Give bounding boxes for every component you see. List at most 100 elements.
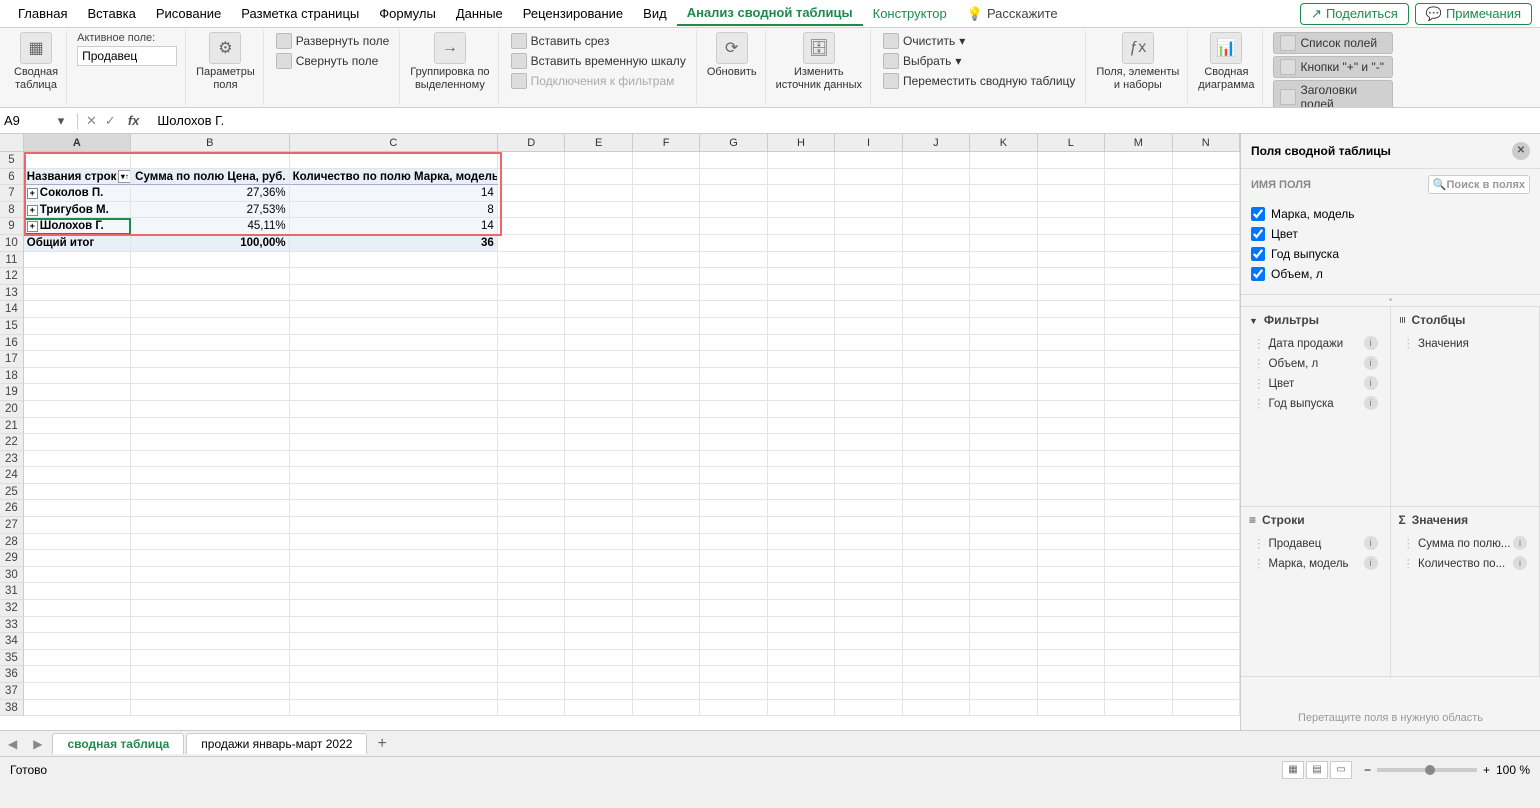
row-header[interactable]: 27 [0,517,24,534]
cell[interactable]: 27,36% [131,185,290,202]
cell[interactable] [131,567,290,584]
col-header[interactable]: B [131,134,290,151]
expand-toggle[interactable]: + [27,205,38,216]
cell[interactable] [131,617,290,634]
row-header[interactable]: 21 [0,418,24,435]
cell[interactable] [131,351,290,368]
cell[interactable]: Количество по полю Марка, модель [290,169,498,186]
area-field-item[interactable]: ⋮Год выпускаi [1249,393,1382,413]
add-sheet-button[interactable]: + [367,735,396,753]
expand-toggle[interactable]: + [27,221,38,232]
cell[interactable] [131,384,290,401]
col-header[interactable]: E [565,134,632,151]
change-source-button[interactable]: 🗄 Изменить источник данных [776,32,862,92]
cell[interactable]: 45,11% [131,218,290,235]
cell[interactable] [24,650,131,667]
cell[interactable] [24,517,131,534]
cell[interactable] [131,467,290,484]
cell[interactable] [290,335,498,352]
row-header[interactable]: 12 [0,268,24,285]
refresh-button[interactable]: ⟳ Обновить [707,32,757,79]
info-icon[interactable]: i [1364,356,1378,370]
row-header[interactable]: 23 [0,451,24,468]
row-header[interactable]: 25 [0,484,24,501]
info-icon[interactable]: i [1364,536,1378,550]
tab-design[interactable]: Конструктор [863,2,957,25]
area-field-item[interactable]: ⋮Дата продажиi [1249,333,1382,353]
cell[interactable] [24,583,131,600]
cell[interactable] [290,434,498,451]
col-header[interactable]: H [768,134,835,151]
row-header[interactable]: 7 [0,185,24,202]
cell[interactable] [290,500,498,517]
cell[interactable] [131,285,290,302]
active-field-input[interactable] [77,46,177,66]
cell[interactable] [24,617,131,634]
field-checkbox[interactable]: Год выпуска [1251,244,1530,264]
row-header[interactable]: 26 [0,500,24,517]
tab-review[interactable]: Рецензирование [513,2,633,25]
cell[interactable] [290,683,498,700]
expand-field-button[interactable]: Развернуть поле [274,32,392,50]
cell[interactable] [290,517,498,534]
cell[interactable] [131,633,290,650]
cell[interactable] [131,301,290,318]
insert-slicer-button[interactable]: Вставить срез [509,32,688,50]
cell[interactable]: +Шолохов Г. [24,218,131,235]
cell[interactable] [24,683,131,700]
cell[interactable] [24,335,131,352]
cell[interactable] [24,451,131,468]
area-field-item[interactable]: ⋮Цветi [1249,373,1382,393]
row-header[interactable]: 19 [0,384,24,401]
cell[interactable] [290,451,498,468]
cell[interactable] [290,600,498,617]
fields-items-sets-button[interactable]: ƒx Поля, элементы и наборы [1096,32,1179,92]
row-header[interactable]: 20 [0,401,24,418]
cell[interactable] [24,301,131,318]
share-button[interactable]: ↗Поделиться [1300,3,1409,25]
row-labels-dropdown[interactable]: ▾↑ [118,170,131,183]
cell[interactable] [131,401,290,418]
zoom-out[interactable]: − [1364,763,1371,777]
cell[interactable] [290,484,498,501]
search-fields-input[interactable]: 🔍 Поиск в полях [1428,175,1530,194]
cell[interactable] [131,650,290,667]
cell[interactable] [24,368,131,385]
row-header[interactable]: 11 [0,252,24,269]
cell[interactable]: +Тригубов М. [24,202,131,219]
row-header[interactable]: 35 [0,650,24,667]
cell[interactable] [24,534,131,551]
cell[interactable] [290,467,498,484]
info-icon[interactable]: i [1364,376,1378,390]
cell[interactable] [24,152,131,169]
sheet-tab[interactable]: сводная таблица [52,733,184,754]
clear-button[interactable]: Очистить ▾ [881,32,1077,50]
area-field-item[interactable]: ⋮Объем, лi [1249,353,1382,373]
cell[interactable] [24,567,131,584]
cell[interactable]: Сумма по полю Цена, руб. [131,169,290,186]
tab-layout[interactable]: Разметка страницы [231,2,369,25]
cell[interactable]: 14 [290,218,498,235]
cell[interactable] [131,368,290,385]
collapse-field-button[interactable]: Свернуть поле [274,52,392,70]
cell[interactable] [24,633,131,650]
cell[interactable] [131,484,290,501]
area-field-item[interactable]: ⋮Марка, модельi [1249,553,1382,573]
col-header[interactable]: L [1038,134,1105,151]
row-header[interactable]: 8 [0,202,24,219]
col-header[interactable]: A [24,134,131,151]
info-icon[interactable]: i [1364,556,1378,570]
field-checkbox[interactable]: Марка, модель [1251,204,1530,224]
tab-insert[interactable]: Вставка [77,2,145,25]
cell[interactable] [290,301,498,318]
cell[interactable]: 14 [290,185,498,202]
sheet-nav-next[interactable]: ▶ [25,737,50,751]
cell[interactable] [131,583,290,600]
view-normal[interactable]: ▦ [1282,761,1304,779]
cell[interactable] [290,650,498,667]
row-header[interactable]: 22 [0,434,24,451]
field-checkbox[interactable]: Объем, л [1251,264,1530,284]
cell[interactable] [24,285,131,302]
row-header[interactable]: 38 [0,700,24,717]
cell[interactable] [24,484,131,501]
